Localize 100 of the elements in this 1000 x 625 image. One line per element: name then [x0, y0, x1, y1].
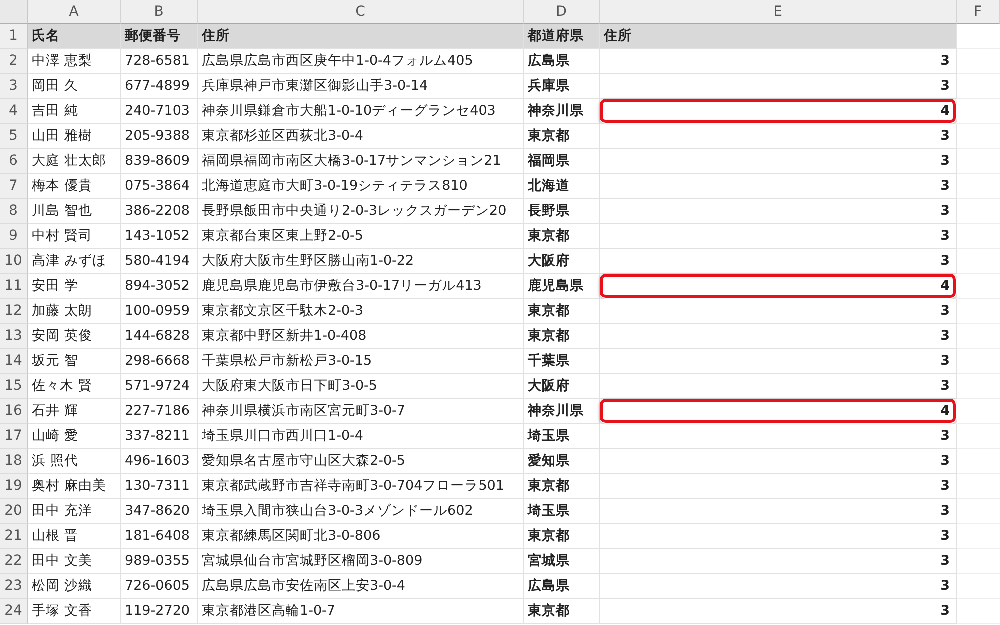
table-cell: 298-6668 — [121, 349, 198, 374]
row-header[interactable]: 18 — [0, 449, 28, 474]
table-cell: 手塚 文香 — [28, 599, 121, 624]
table-cell: 神奈川県横浜市南区宮元町3-0-7 — [198, 399, 524, 424]
table-cell: 神奈川県 — [524, 399, 600, 424]
table-cell: 728-6581 — [121, 49, 198, 74]
table-cell: 3 — [600, 374, 957, 399]
row-header[interactable]: 13 — [0, 324, 28, 349]
table-cell: 安田 学 — [28, 274, 121, 299]
row-header[interactable]: 5 — [0, 124, 28, 149]
table-cell: 240-7103 — [121, 99, 198, 124]
table-cell: 839-8609 — [121, 149, 198, 174]
table-cell: 大阪府東大阪市日下町3-0-5 — [198, 374, 524, 399]
table-cell: 田中 文美 — [28, 549, 121, 574]
table-cell: 894-3052 — [121, 274, 198, 299]
table-cell: 梅本 優貴 — [28, 174, 121, 199]
row-header[interactable]: 20 — [0, 499, 28, 524]
table-cell: 山田 雅樹 — [28, 124, 121, 149]
column-header[interactable]: F — [957, 0, 1000, 24]
table-cell: 大阪府 — [524, 374, 600, 399]
table-cell: 大庭 壮太郎 — [28, 149, 121, 174]
select-all-corner[interactable] — [0, 0, 28, 24]
table-cell: 143-1052 — [121, 224, 198, 249]
table-cell: 075-3864 — [121, 174, 198, 199]
table-cell: 高津 みずほ — [28, 249, 121, 274]
table-cell: 205-9388 — [121, 124, 198, 149]
row-header[interactable]: 11 — [0, 274, 28, 299]
header-cell: 都道府県 — [524, 24, 600, 49]
row-header[interactable]: 23 — [0, 574, 28, 599]
row-header[interactable]: 12 — [0, 299, 28, 324]
table-cell: 広島県広島市西区庚午中1-0-4フォルム405 — [198, 49, 524, 74]
column-header[interactable]: D — [524, 0, 600, 24]
table-cell: 鹿児島県 — [524, 274, 600, 299]
table-cell: 埼玉県入間市狭山台3-0-3メゾンドール602 — [198, 499, 524, 524]
table-cell: 浜 照代 — [28, 449, 121, 474]
row-header[interactable]: 4 — [0, 99, 28, 124]
table-cell: 580-4194 — [121, 249, 198, 274]
row-header[interactable]: 22 — [0, 549, 28, 574]
table-cell: 3 — [600, 449, 957, 474]
table-cell: 長野県 — [524, 199, 600, 224]
table-cell: 北海道恵庭市大町3-0-19シティテラス810 — [198, 174, 524, 199]
row-header[interactable]: 24 — [0, 599, 28, 624]
table-cell: 鹿児島県鹿児島市伊敷台3-0-17リーガル413 — [198, 274, 524, 299]
table-cell: 3 — [600, 299, 957, 324]
table-cell: 神奈川県 — [524, 99, 600, 124]
table-cell: 埼玉県 — [524, 424, 600, 449]
table-cell: 3 — [600, 199, 957, 224]
row-header[interactable]: 9 — [0, 224, 28, 249]
column-header[interactable]: A — [28, 0, 121, 24]
row-header[interactable]: 7 — [0, 174, 28, 199]
table-cell: 千葉県松戸市新松戸3-0-15 — [198, 349, 524, 374]
table-cell: 吉田 純 — [28, 99, 121, 124]
table-cell: 130-7311 — [121, 474, 198, 499]
table-cell: 東京都 — [524, 599, 600, 624]
table-cell: 3 — [600, 499, 957, 524]
row-header[interactable]: 3 — [0, 74, 28, 99]
table-cell: 埼玉県川口市西川口1-0-4 — [198, 424, 524, 449]
table-cell: 東京都 — [524, 524, 600, 549]
table-cell: 3 — [600, 74, 957, 99]
row-header[interactable]: 6 — [0, 149, 28, 174]
table-cell: 677-4899 — [121, 74, 198, 99]
table-cell: 3 — [600, 549, 957, 574]
table-cell: 山崎 愛 — [28, 424, 121, 449]
table-cell: 東京都 — [524, 124, 600, 149]
table-cell: 3 — [600, 124, 957, 149]
table-cell: 東京都武蔵野市吉祥寺南町3-0-704フローラ501 — [198, 474, 524, 499]
highlighted-cell: 4 — [600, 399, 957, 424]
table-cell: 3 — [600, 49, 957, 74]
table-cell: 福岡県 — [524, 149, 600, 174]
header-cell: 住所 — [600, 24, 957, 49]
row-header[interactable]: 10 — [0, 249, 28, 274]
table-cell: 石井 輝 — [28, 399, 121, 424]
table-cell: 奥村 麻由美 — [28, 474, 121, 499]
column-header[interactable]: B — [121, 0, 198, 24]
column-header[interactable]: C — [198, 0, 524, 24]
row-header[interactable]: 21 — [0, 524, 28, 549]
row-header[interactable]: 16 — [0, 399, 28, 424]
table-cell: 山根 晋 — [28, 524, 121, 549]
table-cell: 3 — [600, 424, 957, 449]
row-header[interactable]: 8 — [0, 199, 28, 224]
table-cell: 神奈川県鎌倉市大船1-0-10ディーグランセ403 — [198, 99, 524, 124]
table-cell: 中村 賢司 — [28, 224, 121, 249]
row-header[interactable]: 17 — [0, 424, 28, 449]
table-cell: 3 — [600, 224, 957, 249]
table-cell: 坂元 智 — [28, 349, 121, 374]
row-header[interactable]: 2 — [0, 49, 28, 74]
table-cell: 東京都 — [524, 299, 600, 324]
row-header[interactable]: 1 — [0, 24, 28, 49]
table-cell: 川島 智也 — [28, 199, 121, 224]
table-cell: 東京都 — [524, 324, 600, 349]
row-header[interactable]: 19 — [0, 474, 28, 499]
column-header[interactable]: E — [600, 0, 957, 24]
row-header[interactable]: 15 — [0, 374, 28, 399]
table-cell: 3 — [600, 599, 957, 624]
table-cell: 宮城県仙台市宮城野区榴岡3-0-809 — [198, 549, 524, 574]
row-header[interactable]: 14 — [0, 349, 28, 374]
table-cell: 347-8620 — [121, 499, 198, 524]
table-cell: 571-9724 — [121, 374, 198, 399]
table-cell: 3 — [600, 574, 957, 599]
table-cell: 宮城県 — [524, 549, 600, 574]
